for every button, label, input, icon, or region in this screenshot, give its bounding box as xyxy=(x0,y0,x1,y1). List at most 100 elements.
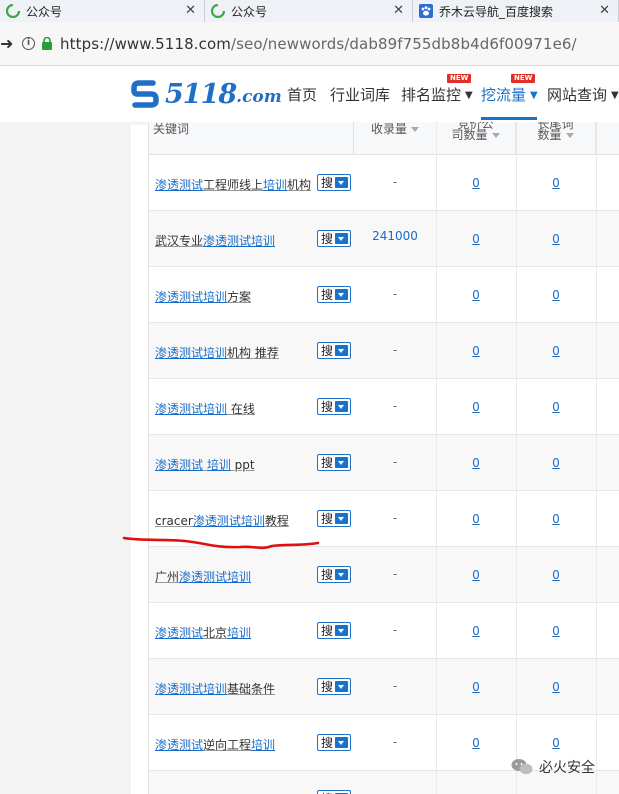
close-tab-icon[interactable]: ✕ xyxy=(185,3,196,18)
browser-tab[interactable]: 公众号 ✕ xyxy=(0,0,205,22)
nav-industry-lexicon[interactable]: 行业词库 xyxy=(330,84,390,105)
search-dropdown-button[interactable]: 搜 xyxy=(317,342,351,359)
close-tab-icon[interactable]: ✕ xyxy=(393,3,404,18)
dropdown-arrow-icon[interactable] xyxy=(335,345,348,356)
bid-companies-link[interactable]: 0 xyxy=(436,232,516,246)
keyword-link-segment[interactable]: 渗透测试培训 xyxy=(155,290,227,304)
keyword-link-segment[interactable]: 渗透测试培训 xyxy=(193,514,265,528)
dropdown-arrow-icon[interactable] xyxy=(335,737,348,748)
watermark: 必火安全 xyxy=(511,757,595,777)
longtail-count-link[interactable]: 0 xyxy=(516,624,596,638)
search-dropdown-button[interactable]: 搜 xyxy=(317,230,351,247)
search-dropdown-button[interactable]: 搜 xyxy=(317,566,351,583)
search-button-label: 搜 xyxy=(318,790,333,794)
site-logo[interactable]: 5118 .com xyxy=(131,79,282,110)
dropdown-arrow-icon[interactable] xyxy=(335,289,348,300)
bid-companies-link[interactable]: 0 xyxy=(436,344,516,358)
longtail-count-link[interactable]: 0 xyxy=(516,680,596,694)
search-dropdown-button[interactable]: 搜 xyxy=(317,510,351,527)
nav-site-query[interactable]: 网站查询 ▼ xyxy=(547,84,619,105)
search-dropdown-button[interactable]: 搜 xyxy=(317,678,351,695)
nav-home[interactable]: 首页 xyxy=(287,84,317,105)
dropdown-arrow-icon[interactable] xyxy=(335,681,348,692)
keyword-cell[interactable]: 渗透测试培训机构 推荐 xyxy=(155,344,279,361)
keyword-link-segment[interactable]: 渗透测试 xyxy=(155,626,203,640)
keyword-link-segment[interactable]: 培训 xyxy=(227,626,251,640)
bid-companies-link[interactable]: 0 xyxy=(436,512,516,526)
bid-companies-link[interactable]: 0 xyxy=(436,400,516,414)
bid-companies-link[interactable]: 0 xyxy=(436,736,516,750)
header-keyword[interactable]: 关键词 xyxy=(149,122,354,155)
search-button-label: 搜 xyxy=(321,344,334,358)
keyword-cell[interactable]: 渗透测试 培训 ppt xyxy=(155,456,255,473)
baidu-paw-icon xyxy=(419,4,433,18)
bid-companies-link[interactable]: 0 xyxy=(436,456,516,470)
dropdown-arrow-icon[interactable] xyxy=(335,177,348,188)
keyword-link-segment[interactable]: 渗透测试培训 xyxy=(155,682,227,696)
search-dropdown-button[interactable]: 搜 xyxy=(317,398,351,415)
keyword-link-segment[interactable]: 渗透测试培训 xyxy=(179,570,251,584)
keyword-link-segment[interactable]: 培训 xyxy=(207,458,231,472)
keyword-cell[interactable]: cracer渗透测试培训教程 xyxy=(155,512,289,529)
bid-companies-link[interactable]: 0 xyxy=(436,680,516,694)
browser-tab[interactable]: 公众号 ✕ xyxy=(205,0,413,22)
keyword-cell[interactable]: 武汉专业渗透测试培训 xyxy=(155,232,275,249)
keyword-cell[interactable]: 渗透测试培训方案 xyxy=(155,288,251,305)
bid-companies-link[interactable]: 0 xyxy=(436,176,516,190)
search-button-label: 搜 xyxy=(321,232,334,246)
keyword-link-segment[interactable]: 渗透测试 xyxy=(155,458,203,472)
longtail-count-link[interactable]: 0 xyxy=(516,512,596,526)
bid-companies-link[interactable]: 0 xyxy=(436,288,516,302)
longtail-count-link[interactable]: 0 xyxy=(516,568,596,582)
dropdown-arrow-icon[interactable] xyxy=(335,401,348,412)
dropdown-arrow-icon[interactable] xyxy=(335,457,348,468)
info-icon[interactable]: i xyxy=(22,37,35,50)
close-tab-icon[interactable]: ✕ xyxy=(599,3,610,18)
keyword-text-segment: 武汉专业 xyxy=(155,234,204,248)
keyword-cell[interactable]: 广州渗透测试培训 xyxy=(155,568,251,585)
search-dropdown-button[interactable]: 搜 xyxy=(317,790,351,794)
keyword-cell[interactable]: 渗透测试培训 在线 xyxy=(155,400,255,417)
longtail-count-link[interactable]: 0 xyxy=(516,400,596,414)
longtail-count-link[interactable]: 0 xyxy=(516,232,596,246)
search-button-label: 搜 xyxy=(321,680,334,694)
keyword-cell[interactable]: 渗透测试北京培训 xyxy=(155,624,251,641)
bid-companies-link[interactable]: 0 xyxy=(436,568,516,582)
nav-rank-monitor[interactable]: 排名监控 ▼ xyxy=(401,84,473,105)
dropdown-arrow-icon[interactable] xyxy=(335,233,348,244)
keyword-link-segment[interactable]: 渗透测试 xyxy=(155,738,203,752)
back-arrow-icon[interactable]: ➜ xyxy=(0,34,13,53)
keyword-link-segment[interactable]: 渗透测试培训 xyxy=(203,234,275,248)
keyword-cell[interactable]: 渗透测试培训基础条件 xyxy=(155,680,275,697)
longtail-count-link[interactable]: 0 xyxy=(516,288,596,302)
search-dropdown-button[interactable]: 搜 xyxy=(317,174,351,191)
header-volume[interactable]: 收录量 xyxy=(354,122,436,155)
keyword-link-segment[interactable]: 培训 xyxy=(251,738,275,752)
url-field[interactable]: https://www.5118.com/seo/newwords/dab89f… xyxy=(60,35,577,53)
dropdown-arrow-icon[interactable] xyxy=(335,625,348,636)
search-button-label: 搜 xyxy=(321,568,334,582)
search-dropdown-button[interactable]: 搜 xyxy=(317,622,351,639)
dropdown-arrow-icon[interactable] xyxy=(335,513,348,524)
keyword-cell[interactable]: 渗透测试工程师线上培训机构 xyxy=(155,176,311,193)
keyword-link-segment[interactable]: 培训 xyxy=(263,178,287,192)
keyword-link-segment[interactable]: 渗透测试培训 xyxy=(155,346,227,360)
header-bid-companies[interactable]: 竞价公 司数量 xyxy=(436,122,516,155)
bid-companies-link[interactable]: 0 xyxy=(436,624,516,638)
header-longtail[interactable]: 长尾词 数量 xyxy=(516,122,596,155)
longtail-count-link[interactable]: 0 xyxy=(516,736,596,750)
keyword-cell[interactable]: 渗透测试逆向工程培训 xyxy=(155,736,275,753)
search-dropdown-button[interactable]: 搜 xyxy=(317,734,351,751)
header-text: 司数量 xyxy=(451,128,488,142)
browser-tab[interactable]: 乔木云导航_百度搜索 ✕ xyxy=(413,0,619,22)
longtail-count-link[interactable]: 0 xyxy=(516,176,596,190)
nav-label: 网站查询 xyxy=(547,86,608,104)
search-dropdown-button[interactable]: 搜 xyxy=(317,286,351,303)
longtail-count-link[interactable]: 0 xyxy=(516,344,596,358)
search-dropdown-button[interactable]: 搜 xyxy=(317,454,351,471)
keyword-link-segment[interactable]: 渗透测试 xyxy=(155,178,203,192)
longtail-count-link[interactable]: 0 xyxy=(516,456,596,470)
keyword-link-segment[interactable]: 渗透测试培训 xyxy=(155,402,227,416)
dropdown-arrow-icon[interactable] xyxy=(335,569,348,580)
nav-dig-traffic[interactable]: 挖流量 ▼ xyxy=(481,84,538,105)
